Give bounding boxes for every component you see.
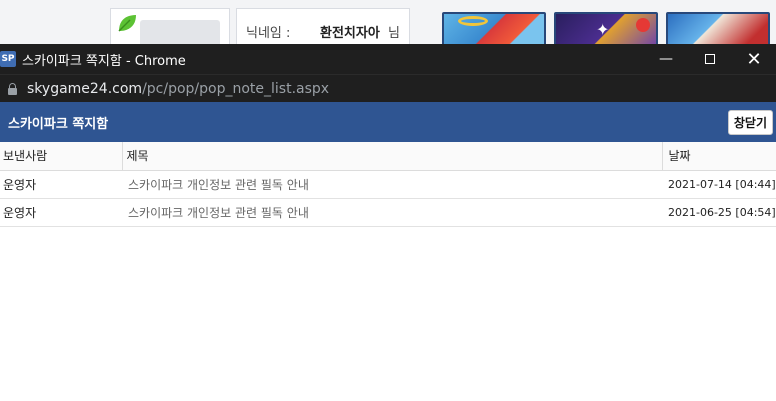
address-bar: skygame24.com/pc/pop/pop_note_list.aspx bbox=[0, 74, 776, 102]
window-controls: — ✕ bbox=[644, 44, 776, 74]
table-header-row: 보낸사람 제목 날짜 bbox=[0, 142, 776, 171]
close-icon: ✕ bbox=[746, 48, 762, 70]
url-host: skygame24.com bbox=[27, 80, 143, 97]
nickname-suffix: 님 bbox=[388, 26, 400, 41]
table-row[interactable]: 운영자 스카이파크 개인정보 관련 필독 안내 2021-06-25 [04:5… bbox=[0, 198, 776, 227]
window-titlebar: SP 스카이파크 쪽지함 - Chrome — ✕ bbox=[0, 44, 776, 74]
page-title: 스카이파크 쪽지함 bbox=[8, 116, 109, 132]
url-path: /pc/pop/pop_note_list.aspx bbox=[142, 80, 330, 97]
close-popup-button[interactable]: 창닫기 bbox=[727, 109, 773, 135]
halo-icon bbox=[458, 16, 488, 26]
avatar bbox=[140, 20, 220, 44]
leaf-icon bbox=[118, 15, 136, 32]
row-date: 2021-06-25 [04:54] bbox=[662, 198, 776, 227]
maximize-icon bbox=[705, 54, 715, 64]
game-tile-1[interactable] bbox=[442, 12, 546, 44]
table-row[interactable]: 운영자 스카이파크 개인정보 관련 필독 안내 2021-07-14 [04:4… bbox=[0, 170, 776, 199]
nickname-value: 환전치자아 bbox=[320, 26, 380, 41]
page-header: 스카이파크 쪽지함 창닫기 bbox=[0, 102, 776, 142]
row-date: 2021-07-14 [04:44] bbox=[662, 170, 776, 199]
game-tile-2[interactable]: ✦ bbox=[554, 12, 658, 44]
column-header-date[interactable]: 날짜 bbox=[661, 142, 776, 171]
message-table: 보낸사람 제목 날짜 운영자 스카이파크 개인정보 관련 필독 안내 2021-… bbox=[0, 142, 776, 227]
background-site: 닉네임 : 환전치자아 님 ✦ bbox=[0, 0, 776, 44]
close-window-button[interactable]: ✕ bbox=[732, 44, 776, 74]
row-subject[interactable]: 스카이파크 개인정보 관련 필독 안내 bbox=[122, 170, 662, 199]
column-header-subject[interactable]: 제목 bbox=[121, 142, 662, 171]
star-icon: ✦ bbox=[596, 20, 610, 39]
game-tile-3[interactable] bbox=[666, 12, 770, 44]
row-subject[interactable]: 스카이파크 개인정보 관련 필독 안내 bbox=[122, 198, 662, 227]
maximize-button[interactable] bbox=[688, 44, 732, 74]
url-text[interactable]: skygame24.com/pc/pop/pop_note_list.aspx bbox=[27, 81, 329, 97]
column-header-sender[interactable]: 보낸사람 bbox=[0, 142, 122, 171]
new-badge bbox=[636, 18, 650, 32]
row-sender: 운영자 bbox=[0, 198, 122, 227]
nickname-label: 닉네임 : bbox=[246, 26, 291, 41]
window-title: 스카이파크 쪽지함 - Chrome bbox=[22, 53, 186, 69]
lock-icon[interactable] bbox=[8, 82, 17, 95]
popup-window: SP 스카이파크 쪽지함 - Chrome — ✕ skygame24.com/… bbox=[0, 44, 776, 401]
minimize-icon: — bbox=[659, 51, 673, 67]
app-logo-icon: SP bbox=[0, 51, 16, 67]
minimize-button[interactable]: — bbox=[644, 44, 688, 74]
row-sender: 운영자 bbox=[0, 170, 122, 199]
